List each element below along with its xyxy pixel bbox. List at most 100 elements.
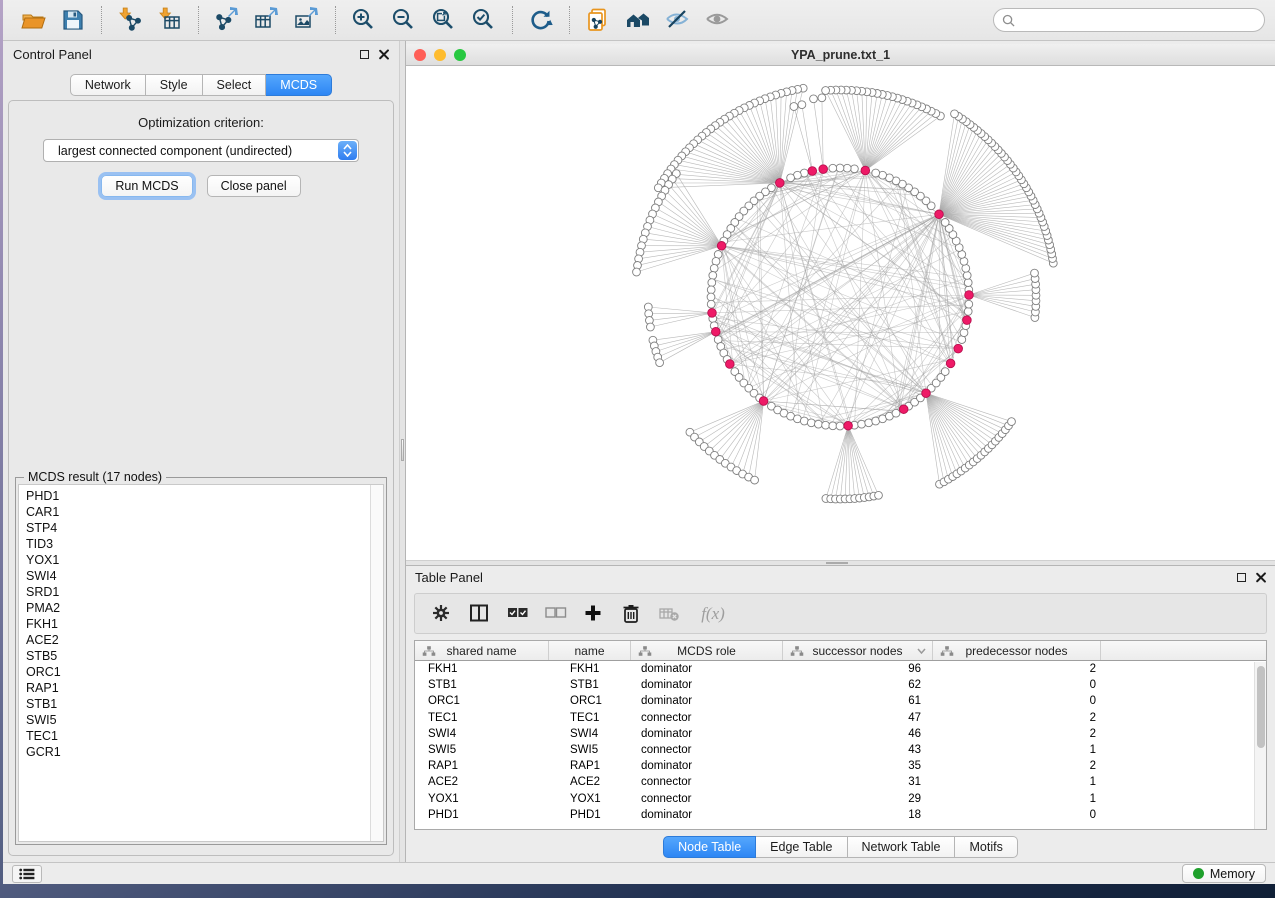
result-node[interactable]: STB5: [26, 648, 370, 664]
column-header-shared-name[interactable]: shared name: [415, 641, 549, 660]
import-network-button[interactable]: [110, 4, 150, 36]
cell-shared-name: FKH1: [415, 663, 549, 675]
result-node[interactable]: PHD1: [26, 488, 370, 504]
table-row[interactable]: RAP1 RAP1 dominator 35 2: [415, 758, 1266, 774]
tab-mcds[interactable]: MCDS: [266, 74, 332, 96]
tab-node-table[interactable]: Node Table: [663, 836, 756, 858]
table-row[interactable]: FKH1 FKH1 dominator 96 2: [415, 661, 1266, 677]
table-row[interactable]: STB1 STB1 dominator 62 0: [415, 677, 1266, 693]
result-node[interactable]: TID3: [26, 536, 370, 552]
close-window-icon[interactable]: [414, 49, 426, 61]
table-row[interactable]: PHD1 PHD1 dominator 18 0: [415, 807, 1266, 823]
table-row[interactable]: SWI5 SWI5 connector 43 1: [415, 742, 1266, 758]
table-scrollbar[interactable]: [1254, 662, 1266, 829]
table-row[interactable]: TEC1 TEC1 connector 47 2: [415, 710, 1266, 726]
close-panel-button[interactable]: Close panel: [207, 175, 301, 197]
result-scrollbar[interactable]: [370, 485, 383, 841]
cell-predecessor-nodes: 1: [933, 744, 1101, 756]
mcds-result-list[interactable]: PHD1CAR1STP4TID3YOX1SWI4SRD1PMA2FKH1ACE2…: [18, 484, 384, 842]
splitter-grip[interactable]: [826, 562, 848, 564]
select-stepper-icon: [338, 141, 357, 160]
column-label: name: [574, 644, 604, 658]
zoom-selected-button[interactable]: [464, 4, 504, 36]
cell-successor-nodes: 61: [783, 695, 933, 707]
main-toolbar: [3, 0, 1275, 41]
result-node[interactable]: TEC1: [26, 728, 370, 744]
result-node[interactable]: FKH1: [26, 616, 370, 632]
export-image-button[interactable]: [287, 4, 327, 36]
run-mcds-button[interactable]: Run MCDS: [101, 175, 192, 197]
result-node[interactable]: ORC1: [26, 664, 370, 680]
result-node[interactable]: RAP1: [26, 680, 370, 696]
table-row[interactable]: SWI4 SWI4 dominator 46 2: [415, 726, 1266, 742]
result-node[interactable]: YOX1: [26, 552, 370, 568]
first-neighbors-button[interactable]: [618, 4, 658, 36]
cell-mcds-role: connector: [631, 793, 783, 805]
vertical-splitter[interactable]: [399, 41, 406, 862]
optimization-criterion-select[interactable]: largest connected component (undirected): [43, 139, 359, 162]
splitter-grip[interactable]: [401, 439, 404, 461]
delete-column-button[interactable]: [615, 599, 647, 629]
zoom-fit-button[interactable]: [424, 4, 464, 36]
memory-button[interactable]: Memory: [1182, 864, 1266, 883]
result-node[interactable]: GCR1: [26, 744, 370, 760]
tab-style[interactable]: Style: [146, 74, 203, 96]
column-header-name[interactable]: name: [549, 641, 631, 660]
open-session-button[interactable]: [13, 4, 53, 36]
tab-motifs[interactable]: Motifs: [955, 836, 1017, 858]
float-panel-icon[interactable]: [360, 50, 369, 59]
search-input[interactable]: [1020, 13, 1256, 27]
result-node[interactable]: STP4: [26, 520, 370, 536]
tab-network-table[interactable]: Network Table: [848, 836, 956, 858]
clone-network-button[interactable]: [578, 4, 618, 36]
select-all-button[interactable]: [501, 599, 533, 629]
hide-selected-button[interactable]: [658, 4, 698, 36]
result-node[interactable]: PMA2: [26, 600, 370, 616]
result-node[interactable]: SWI4: [26, 568, 370, 584]
cell-predecessor-nodes: 0: [933, 695, 1101, 707]
column-header-predecessor-nodes[interactable]: predecessor nodes: [933, 641, 1101, 660]
network-canvas[interactable]: [406, 66, 1275, 560]
tab-network[interactable]: Network: [70, 74, 146, 96]
scrollbar-thumb[interactable]: [1257, 666, 1265, 748]
float-panel-icon[interactable]: [1237, 573, 1246, 582]
minimize-window-icon[interactable]: [434, 49, 446, 61]
show-all-button[interactable]: [698, 4, 738, 36]
close-panel-icon[interactable]: [378, 49, 389, 60]
task-history-button[interactable]: [12, 865, 42, 883]
result-node[interactable]: ACE2: [26, 632, 370, 648]
column-label: predecessor nodes: [965, 644, 1067, 658]
zoom-window-icon[interactable]: [454, 49, 466, 61]
refresh-layout-button[interactable]: [521, 4, 561, 36]
result-node[interactable]: SRD1: [26, 584, 370, 600]
deselect-all-button[interactable]: [539, 599, 571, 629]
export-table-button[interactable]: [247, 4, 287, 36]
column-header-MCDS-role[interactable]: MCDS role: [631, 641, 783, 660]
close-panel-icon[interactable]: [1255, 572, 1266, 583]
column-label: MCDS role: [677, 644, 736, 658]
result-node[interactable]: STB1: [26, 696, 370, 712]
show-columns-icon: [468, 602, 491, 625]
save-session-button[interactable]: [53, 4, 93, 36]
tab-edge-table[interactable]: Edge Table: [756, 836, 847, 858]
export-network-button[interactable]: [207, 4, 247, 36]
table-row[interactable]: ACE2 ACE2 connector 31 1: [415, 774, 1266, 790]
import-table-button[interactable]: [150, 4, 190, 36]
cell-shared-name: TEC1: [415, 712, 549, 724]
zoom-out-button[interactable]: [384, 4, 424, 36]
tab-select[interactable]: Select: [203, 74, 267, 96]
zoom-in-button[interactable]: [344, 4, 384, 36]
horizontal-splitter[interactable]: [406, 560, 1275, 566]
table-row[interactable]: YOX1 YOX1 connector 29 1: [415, 791, 1266, 807]
result-node[interactable]: CAR1: [26, 504, 370, 520]
show-all-icon: [705, 7, 731, 33]
result-node[interactable]: SWI5: [26, 712, 370, 728]
cell-successor-nodes: 31: [783, 776, 933, 788]
table-row[interactable]: ORC1 ORC1 dominator 61 0: [415, 693, 1266, 709]
show-columns-button[interactable]: [463, 599, 495, 629]
table-settings-button[interactable]: [425, 599, 457, 629]
column-header-successor-nodes[interactable]: successor nodes: [783, 641, 933, 660]
table-panel-title: Table Panel: [415, 570, 483, 585]
search-box[interactable]: [993, 8, 1265, 32]
add-column-button[interactable]: [577, 599, 609, 629]
